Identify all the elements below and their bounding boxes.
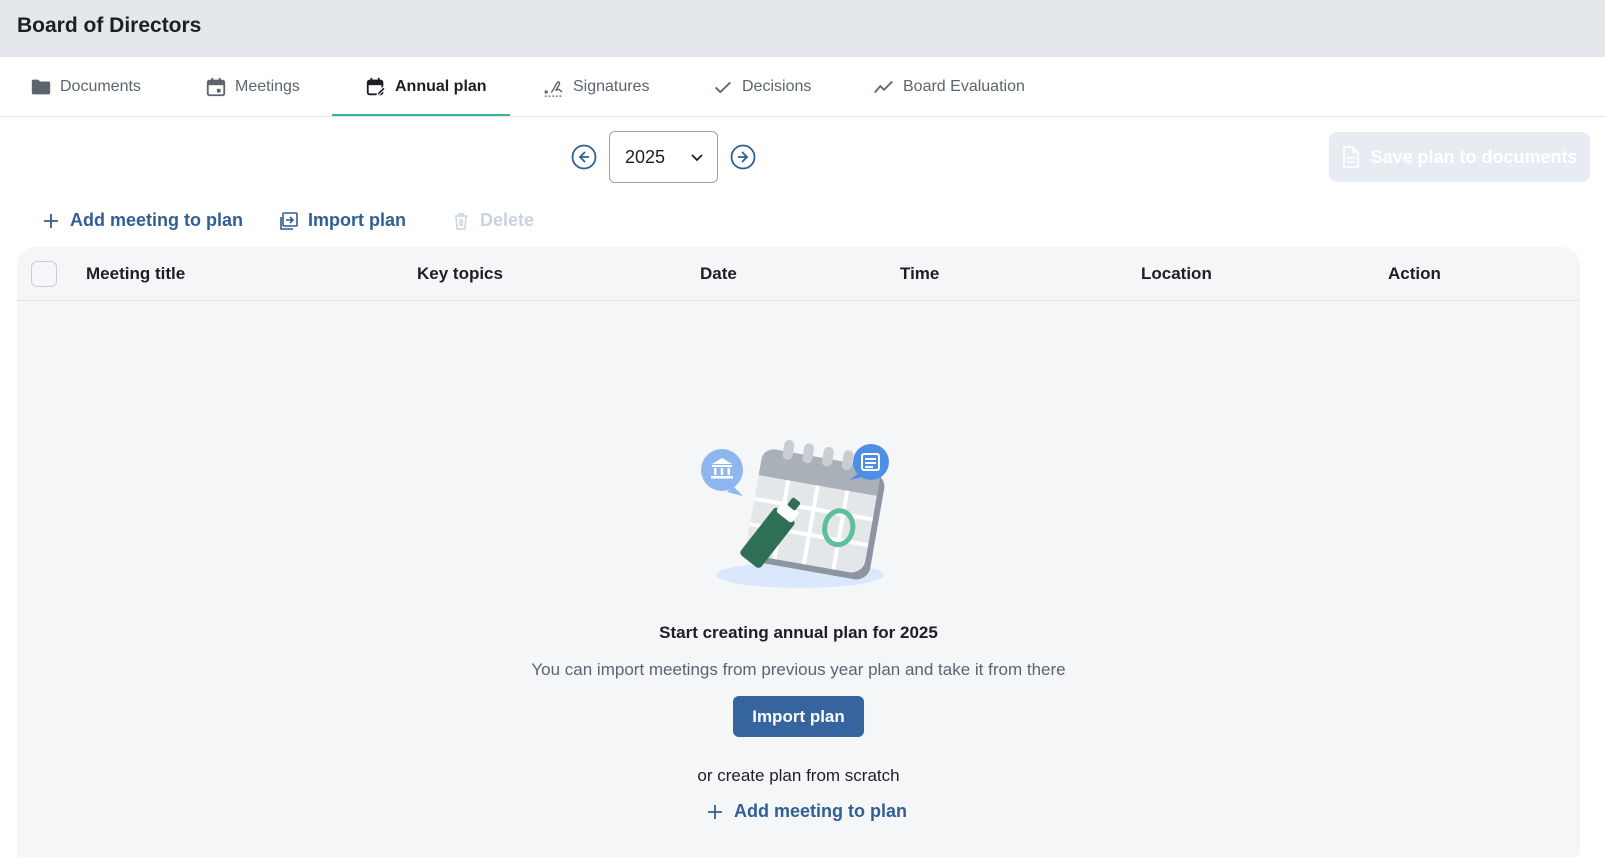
trash-icon xyxy=(455,212,467,230)
previous-year-icon[interactable] xyxy=(571,144,597,170)
or-create-text: or create plan from scratch xyxy=(697,766,900,785)
year-value: 2025 xyxy=(625,146,666,167)
tab-board-evaluation[interactable]: Board Evaluation xyxy=(873,57,1025,117)
add-meeting-button[interactable]: Add meeting to plan xyxy=(41,210,243,231)
tab-annual-plan[interactable]: Annual plan xyxy=(365,57,487,117)
add-meeting-link-label: Add meeting to plan xyxy=(734,801,907,821)
tab-label: Documents xyxy=(60,78,141,95)
check-icon xyxy=(715,81,731,94)
action-row: Add meeting to plan Import plan Delete xyxy=(0,202,700,242)
empty-state-title: Start creating annual plan for 2025 xyxy=(659,623,938,642)
calendar-illustration xyxy=(701,439,889,588)
tab-label: Annual plan xyxy=(395,78,487,95)
tab-signatures[interactable]: Signatures xyxy=(543,57,650,117)
year-navigation: 2025 xyxy=(0,130,800,184)
plus-icon xyxy=(708,804,722,819)
add-meeting-link[interactable]: Add meeting to plan xyxy=(705,801,907,822)
meetings-table: Meeting title Key topics Date Time Locat… xyxy=(17,247,1580,857)
tab-label: Decisions xyxy=(742,78,812,95)
tab-bar: Documents Meetings Annual plan Signature… xyxy=(0,57,1605,117)
year-select[interactable]: 2025 xyxy=(609,131,718,183)
tab-meetings[interactable]: Meetings xyxy=(205,57,300,117)
import-icon xyxy=(280,211,298,230)
folder-icon xyxy=(31,79,51,95)
document-icon xyxy=(1343,146,1360,168)
next-year-icon[interactable] xyxy=(730,144,756,170)
calendar-edit-icon xyxy=(366,77,386,96)
tab-label: Board Evaluation xyxy=(903,78,1025,95)
tab-label: Meetings xyxy=(235,78,300,95)
tab-decisions[interactable]: Decisions xyxy=(712,57,811,117)
tab-documents[interactable]: Documents xyxy=(30,57,141,117)
empty-state-subtitle: You can import meetings from previous ye… xyxy=(531,660,1066,679)
signature-icon xyxy=(544,81,564,97)
import-plan-button[interactable]: Import plan xyxy=(279,210,406,231)
chevron-down-icon xyxy=(691,154,703,162)
delete-button[interactable]: Delete xyxy=(451,210,534,231)
save-plan-button[interactable]: Save plan to documents xyxy=(1329,132,1590,182)
delete-label: Delete xyxy=(480,210,535,230)
active-tab-indicator xyxy=(332,114,510,116)
empty-state: Start creating annual plan for 2025 You … xyxy=(17,247,1580,857)
calendar-icon xyxy=(206,77,226,97)
trend-icon xyxy=(874,80,893,94)
save-plan-label: Save plan to documents xyxy=(1370,146,1578,167)
page-title: Board of Directors xyxy=(17,14,202,37)
add-meeting-label: Add meeting to plan xyxy=(70,210,243,230)
import-plan-label: Import plan xyxy=(308,210,406,230)
app-header: Board of Directors xyxy=(0,0,1605,57)
tab-label: Signatures xyxy=(573,78,650,95)
import-plan-primary-button[interactable]: Import plan xyxy=(733,696,864,737)
plus-icon xyxy=(44,213,58,228)
